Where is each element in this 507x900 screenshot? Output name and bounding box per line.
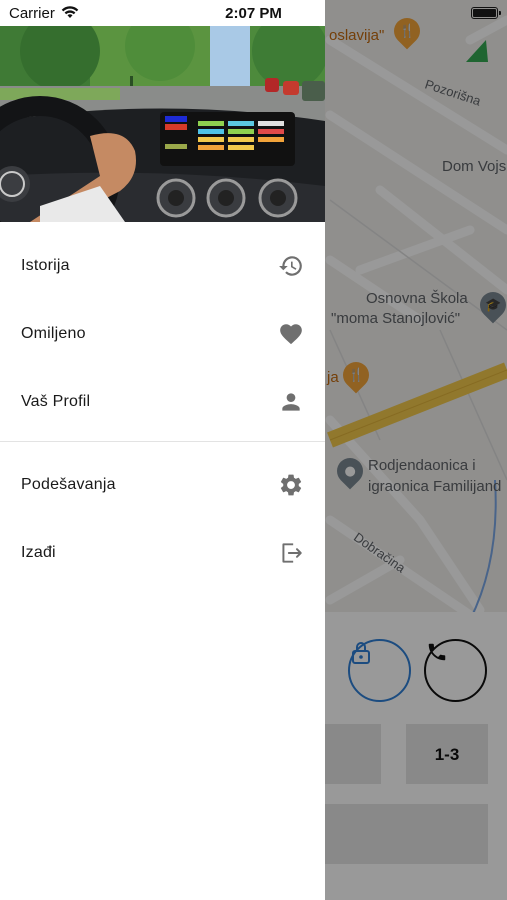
gear-icon [278,472,304,498]
menu-item-label: Podešavanja [21,476,116,493]
menu-item-label: Istorija [21,257,70,274]
menu-item-history[interactable]: Istorija [0,232,325,300]
menu-item-label: Izađi [21,544,56,561]
person-icon [278,389,304,415]
drawer-menu: Istorija Omiljeno Vaš Profil Podešavanja… [0,232,325,587]
menu-item-profile[interactable]: Vaš Profil [0,368,325,436]
drawer-header-image [0,26,325,222]
menu-item-label: Vaš Profil [21,393,91,410]
navigation-drawer: Istorija Omiljeno Vaš Profil Podešavanja… [0,0,325,900]
menu-item-logout[interactable]: Izađi [0,519,325,587]
menu-item-settings[interactable]: Podešavanja [0,451,325,519]
menu-item-label: Omiljeno [21,325,86,342]
menu-divider [0,441,325,442]
status-time: 2:07 PM [225,5,282,22]
logout-icon [278,540,304,566]
status-bar: Carrier 2:07 PM [0,0,507,26]
car-dashboard-illustration [0,26,325,222]
battery-icon [471,7,501,19]
history-icon [278,253,304,279]
heart-icon [278,321,304,347]
menu-item-favorites[interactable]: Omiljeno [0,300,325,368]
